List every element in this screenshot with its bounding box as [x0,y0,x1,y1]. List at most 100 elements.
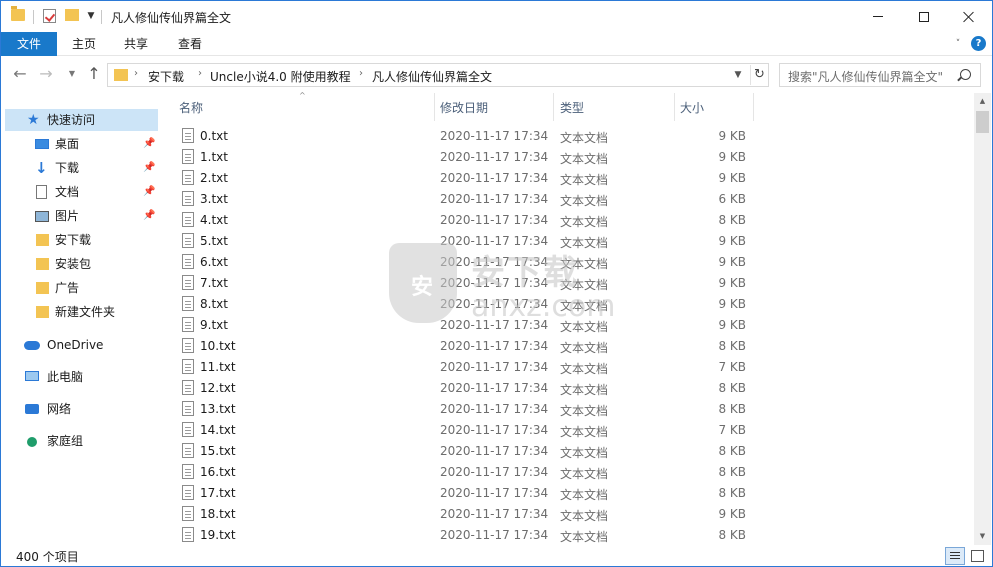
file-row[interactable]: 11.txt 2020-11-17 17:34 文本文档 7 KB [171,357,771,378]
text-file-icon [182,443,194,458]
file-size: 9 KB [718,276,746,290]
file-row[interactable]: 8.txt 2020-11-17 17:34 文本文档 9 KB [171,294,771,315]
sidebar-item-network[interactable]: 网络 [1,398,158,420]
file-row[interactable]: 2.txt 2020-11-17 17:34 文本文档 9 KB [171,168,771,189]
tab-file[interactable]: 文件 [1,32,57,56]
file-date: 2020-11-17 17:34 [440,465,549,479]
file-row[interactable]: 14.txt 2020-11-17 17:34 文本文档 7 KB [171,420,771,441]
chevron-right-icon[interactable]: › [359,68,363,79]
new-folder-icon[interactable] [65,9,79,21]
file-row[interactable]: 3.txt 2020-11-17 17:34 文本文档 6 KB [171,189,771,210]
file-row[interactable]: 10.txt 2020-11-17 17:34 文本文档 8 KB [171,336,771,357]
file-row[interactable]: 16.txt 2020-11-17 17:34 文本文档 8 KB [171,462,771,483]
back-button[interactable]: ← [11,65,29,83]
minimize-button[interactable] [855,1,901,32]
file-row[interactable]: 7.txt 2020-11-17 17:34 文本文档 9 KB [171,273,771,294]
text-file-icon [182,149,194,164]
pin-icon[interactable]: 📌 [143,205,155,227]
file-row[interactable]: 1.txt 2020-11-17 17:34 文本文档 9 KB [171,147,771,168]
file-row[interactable]: 19.txt 2020-11-17 17:34 文本文档 8 KB [171,525,771,546]
details-view-icon[interactable] [945,547,965,565]
file-row[interactable]: 5.txt 2020-11-17 17:34 文本文档 9 KB [171,231,771,252]
file-type: 文本文档 [560,425,609,439]
search-icon[interactable] [960,69,971,80]
search-input[interactable]: 搜索"凡人修仙传仙界篇全文" [779,63,981,87]
scroll-down-icon[interactable]: ▼ [974,528,991,545]
file-row[interactable]: 18.txt 2020-11-17 17:34 文本文档 9 KB [171,504,771,525]
file-size: 9 KB [718,234,746,248]
sidebar-item-desktop[interactable]: 桌面 📌 [1,133,158,155]
sidebar-item-label: 图片 [55,209,80,223]
file-row[interactable]: 0.txt 2020-11-17 17:34 文本文档 9 KB [171,126,771,147]
file-row[interactable]: 17.txt 2020-11-17 17:34 文本文档 8 KB [171,483,771,504]
help-icon[interactable]: ? [971,36,986,51]
file-date: 2020-11-17 17:34 [440,297,549,311]
file-type: 文本文档 [560,215,609,229]
breadcrumb-item[interactable]: 安下载 [148,68,184,85]
column-header-date[interactable]: 修改日期 [440,99,488,116]
file-name: 2.txt [200,171,228,185]
sidebar-item-anxiazai[interactable]: 安下载 [1,229,158,251]
vertical-scrollbar[interactable]: ▲ ▼ [974,93,991,545]
sidebar-item-installers[interactable]: 安装包 [1,253,158,275]
column-divider[interactable] [753,93,754,121]
file-row[interactable]: 6.txt 2020-11-17 17:34 文本文档 9 KB [171,252,771,273]
star-icon: ★ [27,112,40,128]
file-row[interactable]: 4.txt 2020-11-17 17:34 文本文档 8 KB [171,210,771,231]
close-button[interactable] [946,1,992,32]
properties-icon[interactable] [43,9,56,23]
pin-icon[interactable]: 📌 [143,133,155,155]
recent-locations-button[interactable]: ▼ [63,65,81,83]
pin-icon[interactable]: 📌 [143,181,155,203]
sidebar-item-documents[interactable]: 文档 📌 [1,181,158,203]
expand-ribbon-icon[interactable]: ˅ [952,38,964,50]
text-file-icon [182,254,194,269]
sidebar-item-pictures[interactable]: 图片 📌 [1,205,158,227]
chevron-down-icon[interactable]: ▼ [85,10,97,22]
scroll-up-icon[interactable]: ▲ [974,93,991,110]
file-row[interactable]: 15.txt 2020-11-17 17:34 文本文档 8 KB [171,441,771,462]
chevron-right-icon[interactable]: › [134,68,138,79]
column-divider[interactable] [674,93,675,121]
sidebar-item-label: 桌面 [55,137,80,151]
up-button[interactable]: ↑ [85,65,103,83]
sidebar-item-new-folder[interactable]: 新建文件夹 [1,301,158,323]
file-name: 16.txt [200,465,236,479]
breadcrumb-item[interactable]: Uncle小说4.0 附使用教程 [210,68,351,85]
column-divider[interactable] [553,93,554,121]
refresh-button[interactable]: ↻ [750,65,768,85]
text-file-icon [182,527,194,542]
column-header-name[interactable]: 名称 [179,99,203,116]
sidebar-item-label: 下载 [55,161,80,175]
file-date: 2020-11-17 17:34 [440,381,549,395]
breadcrumb-item[interactable]: 凡人修仙传仙界篇全文 [372,68,492,85]
pin-icon[interactable]: 📌 [143,157,155,179]
minimize-icon [873,16,883,17]
file-row[interactable]: 12.txt 2020-11-17 17:34 文本文档 8 KB [171,378,771,399]
sidebar-item-ads[interactable]: 广告 [1,277,158,299]
sidebar-item-onedrive[interactable]: OneDrive [1,334,158,356]
forward-button[interactable]: → [37,65,55,83]
address-bar[interactable]: › 安下载 › Uncle小说4.0 附使用教程 › 凡人修仙传仙界篇全文 ▼ … [107,63,769,87]
file-size: 9 KB [718,318,746,332]
tab-share[interactable]: 共享 [113,32,159,56]
maximize-button[interactable] [901,1,947,32]
tab-view[interactable]: 查看 [167,32,213,56]
column-divider[interactable] [434,93,435,121]
file-date: 2020-11-17 17:34 [440,360,549,374]
column-header-type[interactable]: 类型 [560,99,584,116]
sidebar-item-this-pc[interactable]: 此电脑 [1,366,158,388]
file-name: 1.txt [200,150,228,164]
sidebar-item-quick-access[interactable]: ★ 快速访问 [5,109,158,131]
tab-home[interactable]: 主页 [61,32,107,56]
scroll-thumb[interactable] [976,111,989,133]
sidebar-item-homegroup[interactable]: 家庭组 [1,430,158,452]
file-date: 2020-11-17 17:34 [440,318,549,332]
chevron-right-icon[interactable]: › [198,68,202,79]
large-icons-view-icon[interactable] [967,547,987,565]
address-dropdown-icon[interactable]: ▼ [730,66,746,84]
file-row[interactable]: 13.txt 2020-11-17 17:34 文本文档 8 KB [171,399,771,420]
sidebar-item-downloads[interactable]: ↓ 下载 📌 [1,157,158,179]
column-header-size[interactable]: 大小 [680,99,704,116]
file-row[interactable]: 9.txt 2020-11-17 17:34 文本文档 9 KB [171,315,771,336]
